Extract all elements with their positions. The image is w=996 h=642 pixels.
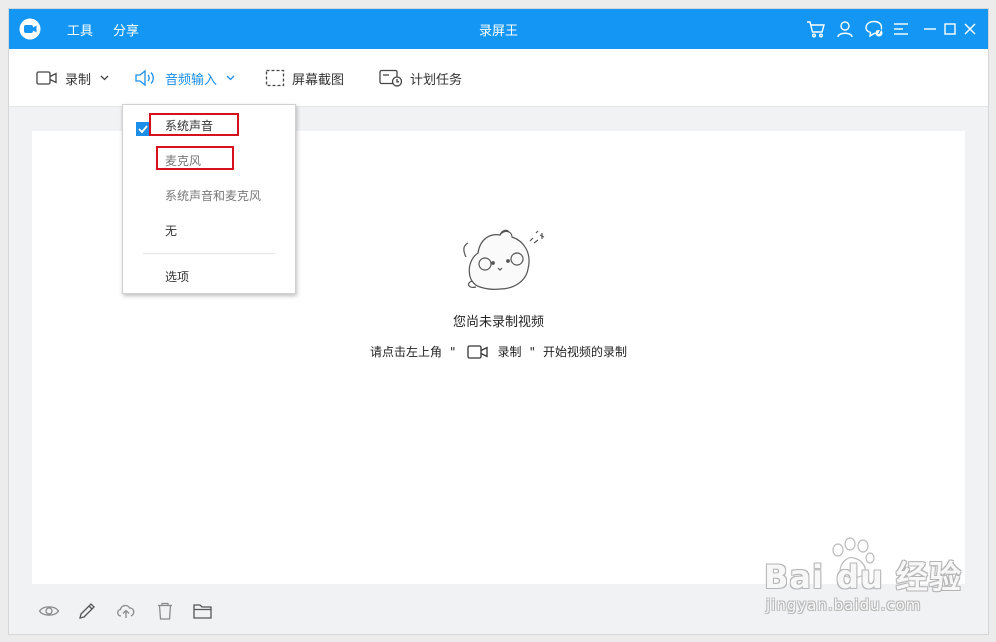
pencil-icon[interactable] xyxy=(77,601,99,621)
minimize-icon[interactable] xyxy=(920,19,940,39)
record-label: 录制 xyxy=(65,72,92,88)
screenshot-icon xyxy=(265,69,285,87)
quote-open: " xyxy=(449,344,456,359)
menu-item-system-and-mic[interactable]: 系统声音和麦克风 xyxy=(123,180,295,210)
folder-icon[interactable] xyxy=(192,601,214,621)
audio-input-label: 音频输入 xyxy=(165,72,218,88)
hint-record-word: 录制 xyxy=(497,345,522,359)
quote-close: " xyxy=(529,344,536,359)
trash-icon[interactable] xyxy=(154,601,176,621)
user-icon[interactable] xyxy=(835,19,855,39)
title-bar: 工具 分享 录屏王 7 xyxy=(9,9,988,49)
maximize-icon[interactable] xyxy=(940,19,960,39)
screenshot-button[interactable]: 屏幕截图 xyxy=(265,68,344,88)
record-button[interactable]: 录制 xyxy=(36,68,109,88)
menu-separator xyxy=(143,253,275,254)
menu-icon[interactable] xyxy=(891,19,911,39)
app-logo-icon xyxy=(19,18,41,40)
menu-share[interactable]: 分享 xyxy=(113,20,139,39)
upload-icon[interactable] xyxy=(115,601,137,621)
audio-input-menu: 系统声音 麦克风 系统声音和麦克风 无 选项 xyxy=(122,104,296,294)
chevron-down-icon xyxy=(100,75,109,81)
speaker-icon xyxy=(135,69,154,87)
menu-tools[interactable]: 工具 xyxy=(67,20,93,39)
menu-item-label: 选项 xyxy=(165,270,190,284)
schedule-icon xyxy=(379,69,403,87)
video-camera-icon xyxy=(467,344,489,359)
eye-icon[interactable] xyxy=(38,601,60,621)
message-badge: 7 xyxy=(877,28,882,36)
menu-item-label: 系统声音 xyxy=(165,119,214,133)
hint-prefix: 请点击左上角 xyxy=(369,345,442,359)
menu-item-options[interactable]: 选项 xyxy=(123,261,295,291)
menu-item-microphone[interactable]: 麦克风 xyxy=(123,145,295,175)
toolbar: 录制 音频输入 屏幕截图 计划任务 xyxy=(9,49,988,107)
menu-item-system-sound[interactable]: 系统声音 xyxy=(123,110,295,140)
screenshot-label: 屏幕截图 xyxy=(292,72,345,88)
hint-suffix: 开始视频的录制 xyxy=(543,345,628,359)
app-window: 工具 分享 录屏王 7 录制 音频输入 屏幕截图 计划任务 您尚未录制视频 请点… xyxy=(8,8,989,635)
cart-icon[interactable] xyxy=(806,19,826,39)
audio-input-button[interactable]: 音频输入 xyxy=(134,68,235,88)
chevron-down-icon xyxy=(226,75,235,81)
close-icon[interactable] xyxy=(960,19,980,39)
schedule-button[interactable]: 计划任务 xyxy=(379,68,462,88)
menu-item-label: 麦克风 xyxy=(165,154,202,168)
menu-item-label: 无 xyxy=(165,224,178,238)
checkbox-checked-icon xyxy=(136,122,150,136)
menu-item-label: 系统声音和麦克风 xyxy=(165,189,262,203)
video-camera-icon xyxy=(36,71,57,85)
schedule-label: 计划任务 xyxy=(410,72,463,88)
empty-state-hint: 请点击左上角 " 录制 " 开始视频的录制 xyxy=(32,343,965,360)
empty-state-title: 您尚未录制视频 xyxy=(452,315,544,330)
menu-item-none[interactable]: 无 xyxy=(123,215,295,245)
mascot-icon xyxy=(463,229,545,290)
